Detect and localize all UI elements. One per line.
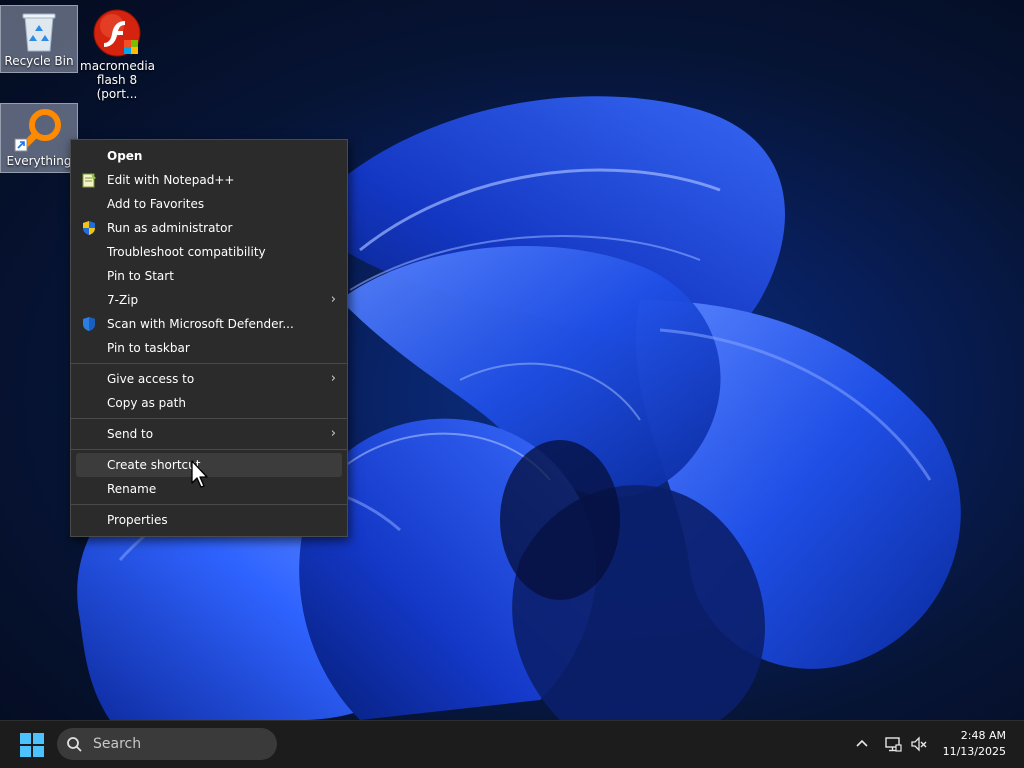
menu-item-label: Properties (107, 513, 168, 527)
menu-item-7-zip[interactable]: 7-Zip › (76, 288, 342, 312)
volume-muted-icon[interactable] (910, 735, 928, 753)
menu-item-add-to-favorites[interactable]: Add to Favorites (76, 192, 342, 216)
menu-item-properties[interactable]: Properties (76, 508, 342, 532)
menu-item-label: Create shortcut (107, 458, 201, 472)
menu-separator (71, 363, 347, 364)
menu-item-troubleshoot-compatibility[interactable]: Troubleshoot compatibility (76, 240, 342, 264)
chevron-right-icon: › (330, 371, 336, 386)
menu-item-scan-with-microsoft-defender[interactable]: Scan with Microsoft Defender... (76, 312, 342, 336)
notepad-plus-plus-icon (81, 172, 97, 188)
menu-item-label: Send to (107, 427, 154, 441)
defender-shield-icon (81, 316, 97, 332)
clock-time: 2:48 AM (960, 729, 1006, 742)
menu-item-label: Give access to (107, 372, 195, 386)
start-button[interactable] (14, 730, 50, 760)
menu-item-give-access-to[interactable]: Give access to › (76, 367, 342, 391)
desktop-icon-everything[interactable]: Everything (0, 103, 78, 173)
taskbar-clock[interactable]: 2:48 AM 11/13/2025 (943, 728, 1006, 760)
menu-item-label: Pin to Start (107, 269, 174, 283)
menu-separator (71, 449, 347, 450)
chevron-up-icon[interactable] (853, 735, 871, 753)
menu-separator (71, 504, 347, 505)
menu-item-run-as-administrator[interactable]: Run as administrator (76, 216, 342, 240)
uac-shield-icon (81, 220, 97, 236)
menu-item-label: Add to Favorites (107, 197, 205, 211)
clock-date: 11/13/2025 (942, 745, 1006, 758)
menu-item-label: Rename (107, 482, 157, 496)
menu-item-label: Open (107, 149, 143, 163)
menu-item-label: Run as administrator (107, 221, 233, 235)
menu-item-label: Scan with Microsoft Defender... (107, 317, 294, 331)
taskbar-search-box[interactable]: Search (57, 728, 277, 760)
desktop-icon-recycle-bin[interactable]: Recycle Bin (0, 5, 78, 73)
flash-icon (92, 8, 142, 58)
menu-item-open[interactable]: Open (76, 144, 342, 168)
menu-item-send-to[interactable]: Send to › (76, 422, 342, 446)
menu-item-label: Copy as path (107, 396, 186, 410)
desktop-icon-label: Everything (6, 154, 72, 168)
menu-item-pin-to-start[interactable]: Pin to Start (76, 264, 342, 288)
desktop-icon-macromedia-flash[interactable]: macromedia flash 8 (port... (78, 5, 156, 101)
mouse-cursor-icon (191, 460, 208, 488)
menu-item-edit-with-notepad-plus-plus[interactable]: Edit with Notepad++ (76, 168, 342, 192)
desktop-icon-label: Recycle Bin (4, 54, 74, 68)
search-placeholder: Search (93, 736, 142, 752)
menu-item-label: 7-Zip (107, 293, 139, 307)
chevron-right-icon: › (330, 426, 336, 441)
windows-logo-icon (20, 733, 44, 757)
menu-item-copy-as-path[interactable]: Copy as path (76, 391, 342, 415)
everything-search-icon (13, 107, 65, 153)
desktop-icon-label: macromedia flash 8 (port... (80, 59, 156, 101)
menu-item-label: Pin to taskbar (107, 341, 190, 355)
menu-separator (71, 418, 347, 419)
menu-item-label: Edit with Notepad++ (107, 173, 235, 187)
menu-item-label: Troubleshoot compatibility (107, 245, 266, 259)
chevron-right-icon: › (330, 292, 336, 307)
menu-item-pin-to-taskbar[interactable]: Pin to taskbar (76, 336, 342, 360)
network-icon[interactable] (884, 735, 902, 753)
recycle-bin-icon (19, 9, 59, 53)
taskbar: Search 2:48 AM 11/13/2025 (0, 720, 1024, 768)
search-icon (67, 737, 82, 752)
